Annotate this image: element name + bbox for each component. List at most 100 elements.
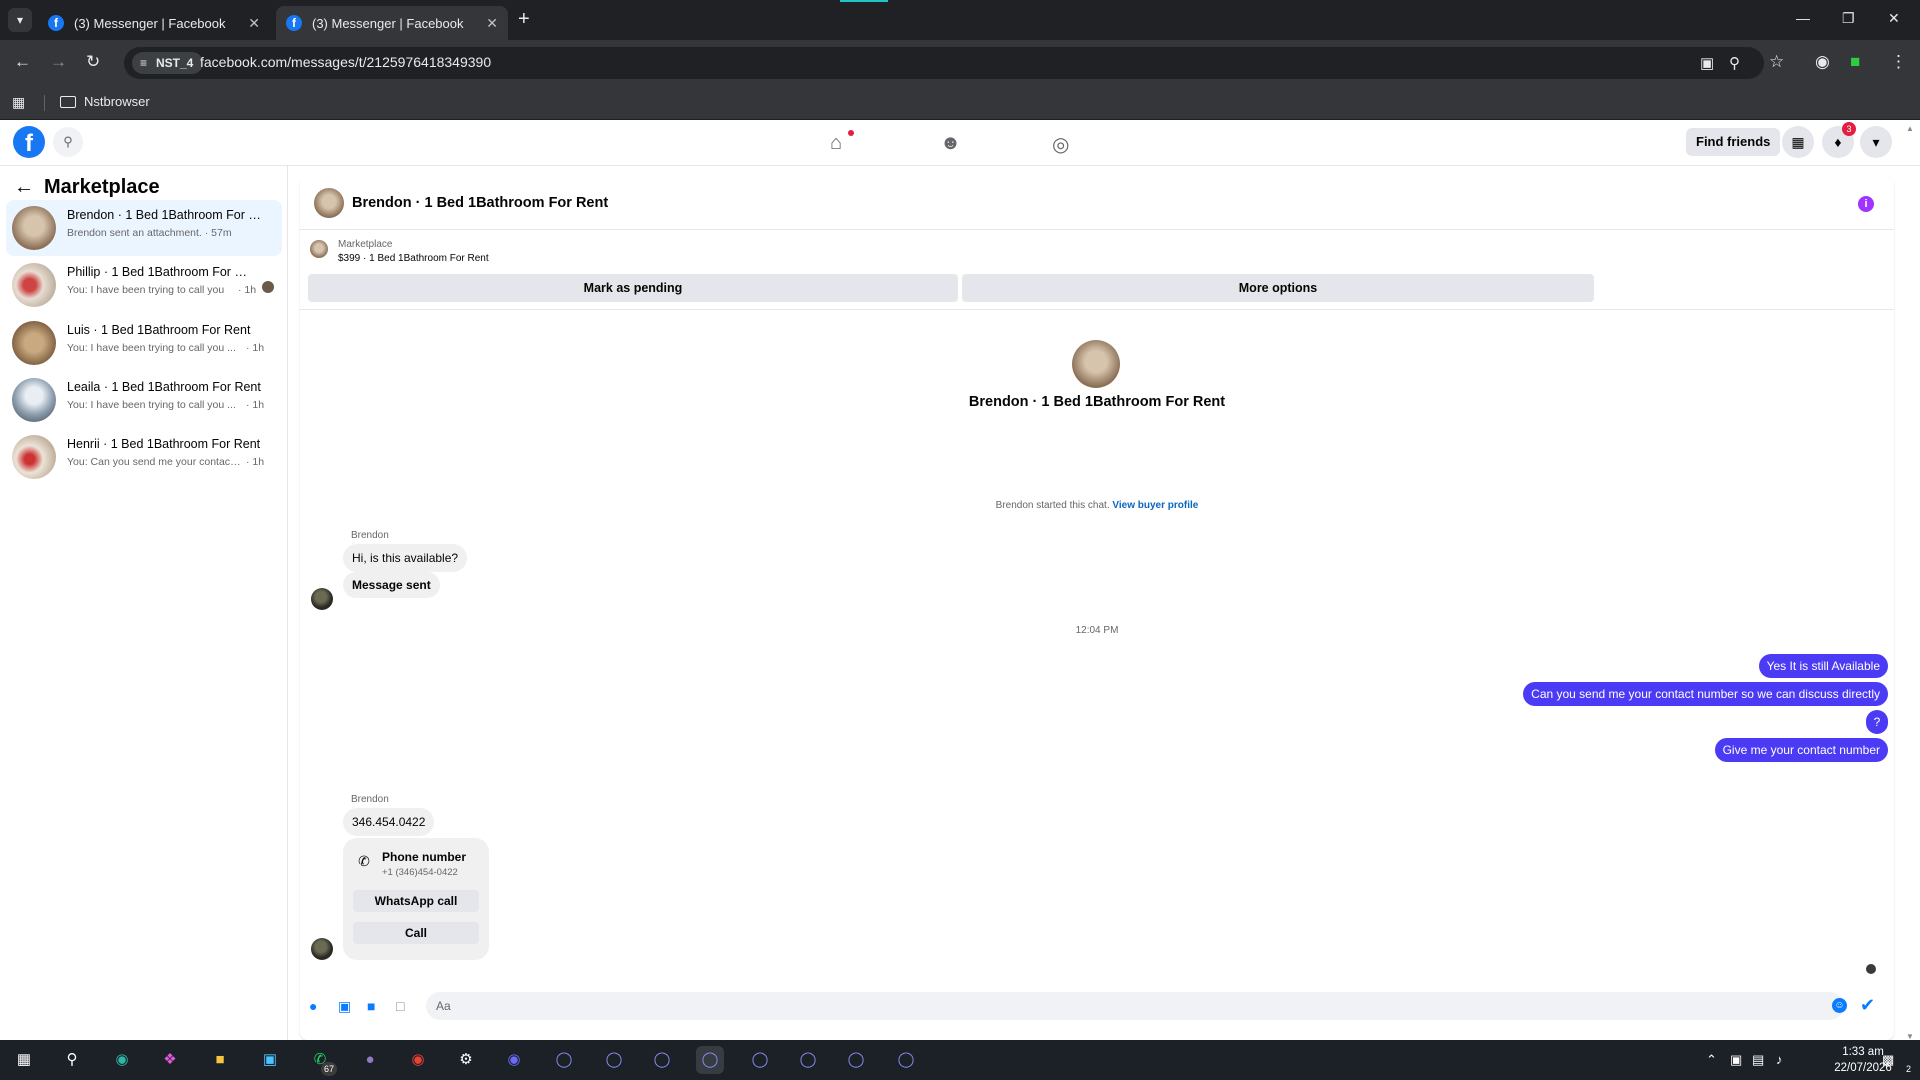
back-arrow-icon[interactable]: ← (14, 52, 31, 72)
view-buyer-profile-link[interactable]: View buyer profile (1112, 500, 1198, 511)
tab-search-dropdown[interactable]: ▾ (8, 8, 32, 32)
message-input[interactable] (426, 992, 1844, 1020)
groups-icon[interactable]: ◎ (1052, 132, 1069, 157)
chat-avatar[interactable] (314, 188, 344, 218)
url-text[interactable]: facebook.com/messages/t/2125976418349390 (200, 54, 491, 70)
incoming-message[interactable]: 346.454.0422 (343, 808, 435, 836)
new-tab-button[interactable]: + (518, 8, 530, 31)
reload-icon[interactable]: ↻ (86, 52, 100, 72)
more-options-button[interactable]: More options (962, 274, 1594, 302)
close-tab-icon[interactable]: ✕ (486, 15, 498, 32)
browser-tab-1[interactable]: f (3) Messenger | Facebook ✕ (38, 6, 270, 40)
tab-title: (3) Messenger | Facebook (74, 15, 226, 31)
listing-thumbnail[interactable] (310, 240, 328, 258)
nstbrowser-icon[interactable]: ◯ (648, 1046, 676, 1074)
scrollbar-up-arrow[interactable]: ▲ (1906, 124, 1914, 133)
nstbrowser-icon[interactable]: ◯ (550, 1046, 578, 1074)
whatsapp-call-button[interactable]: WhatsApp call (353, 890, 479, 912)
facebook-logo[interactable]: f (13, 126, 45, 158)
nstbrowser-icon[interactable]: ◯ (746, 1046, 774, 1074)
browser-menu-icon[interactable]: ⋮ (1890, 52, 1907, 72)
nstbrowser-icon[interactable]: ◯ (794, 1046, 822, 1074)
notification-center-icon[interactable]: ▩ (1882, 1052, 1894, 1068)
microphone-icon[interactable]: ● (309, 998, 317, 1014)
close-window-icon[interactable]: ✕ (1888, 10, 1900, 27)
sticker-icon[interactable]: ■ (367, 998, 375, 1014)
close-tab-icon[interactable]: ✕ (248, 15, 260, 32)
conversation-title: Phillip · 1 Bed 1Bathroom For Rent (67, 265, 247, 279)
settings-gear-icon[interactable]: ⚙ (452, 1046, 480, 1074)
restore-window-icon[interactable]: ❐ (1842, 10, 1855, 27)
conversation-preview: You: Can you send me your contact number (67, 456, 243, 468)
bookmarks-bar: ▦ Nstbrowser (0, 86, 1920, 120)
video-extension-icon[interactable]: ■ (1850, 52, 1860, 72)
bookmarks-divider (44, 95, 45, 111)
menu-grid-icon[interactable]: ▦ (1782, 126, 1814, 158)
edge-browser-icon[interactable]: ◉ (108, 1046, 136, 1074)
friends-icon[interactable]: ☻ (940, 132, 961, 155)
conversation-luis[interactable]: Luis · 1 Bed 1Bathroom For Rent You: I h… (6, 315, 282, 371)
conversation-phillip[interactable]: Phillip · 1 Bed 1Bathroom For Rent You: … (6, 257, 282, 313)
emoji-icon[interactable]: ☺ (1832, 998, 1847, 1013)
info-icon[interactable]: i (1858, 196, 1874, 212)
search-icon[interactable]: ⚲ (53, 127, 83, 157)
install-app-icon[interactable]: ▣ (1700, 54, 1714, 72)
conversation-henrii[interactable]: Henrii · 1 Bed 1Bathroom For Rent You: C… (6, 429, 282, 485)
thumbs-up-icon[interactable]: ✔ (1860, 995, 1875, 1016)
phone-icon: ✆ (351, 848, 377, 874)
nstbrowser-icon-active[interactable]: ◯ (696, 1046, 724, 1074)
browser-tab-2-active[interactable]: f (3) Messenger | Facebook ✕ (276, 6, 508, 40)
photo-icon[interactable]: ▣ (338, 998, 351, 1015)
outgoing-message[interactable]: Yes It is still Available (1758, 654, 1888, 678)
gif-icon[interactable]: □ (396, 998, 404, 1014)
outgoing-message[interactable]: Can you send me your contact number so w… (1523, 682, 1888, 706)
volume-icon[interactable]: ♪ (1776, 1052, 1783, 1067)
network-icon[interactable]: ▤ (1752, 1052, 1764, 1068)
find-friends-button[interactable]: Find friends (1686, 128, 1781, 156)
outgoing-message[interactable]: Give me your contact number (1714, 738, 1888, 762)
chat-title[interactable]: Brendon · 1 Bed 1Bathroom For Rent (352, 195, 608, 211)
forward-arrow-icon[interactable]: → (50, 52, 67, 72)
home-notification-dot (848, 130, 854, 136)
tray-chevron-icon[interactable]: ⌃ (1706, 1052, 1717, 1068)
minimize-window-icon[interactable]: — (1796, 10, 1810, 26)
conversation-brendon[interactable]: Brendon · 1 Bed 1Bathroom For Rent Brend… (6, 200, 282, 256)
profile-chip[interactable]: NST_4 (132, 52, 204, 74)
meet-now-icon[interactable]: ▣ (1730, 1052, 1742, 1068)
bookmark-folder-nstbrowser[interactable]: Nstbrowser (60, 94, 150, 109)
account-dropdown-icon[interactable]: ▾ (1860, 126, 1892, 158)
chat-started-notice: Brendon started this chat. View buyer pr… (300, 500, 1894, 511)
search-icon[interactable]: ⚲ (58, 1046, 86, 1074)
windows-start-icon[interactable]: ▦ (10, 1046, 38, 1074)
zoom-icon[interactable]: ⚲ (1729, 54, 1740, 72)
conversation-leaila[interactable]: Leaila · 1 Bed 1Bathroom For Rent You: I… (6, 372, 282, 428)
file-explorer-icon[interactable]: ■ (206, 1046, 234, 1074)
app-icon[interactable]: ◉ (500, 1046, 528, 1074)
profile-icon[interactable]: ◉ (1815, 52, 1830, 72)
address-bar[interactable]: NST_4 facebook.com/messages/t/2125976418… (124, 47, 1764, 79)
mark-as-pending-button[interactable]: Mark as pending (308, 274, 958, 302)
conversation-preview: You: I have been trying to call you ... (67, 342, 236, 354)
back-arrow-icon[interactable]: ← (14, 176, 34, 199)
chat-header: Brendon · 1 Bed 1Bathroom For Rent i (300, 178, 1894, 230)
microsoft-store-icon[interactable]: ▣ (256, 1046, 284, 1074)
nstbrowser-icon[interactable]: ◯ (600, 1046, 628, 1074)
incoming-message[interactable]: Hi, is this available? (343, 544, 468, 572)
chrome-icon[interactable]: ◉ (404, 1046, 432, 1074)
notification-center-count: 2 (1906, 1064, 1912, 1074)
outgoing-message[interactable]: ? (1866, 710, 1888, 734)
copilot-icon[interactable]: ❖ (156, 1046, 184, 1074)
apps-grid-icon[interactable]: ▦ (12, 94, 25, 111)
discord-icon[interactable]: ● (356, 1046, 384, 1074)
nstbrowser-icon[interactable]: ◯ (842, 1046, 870, 1074)
conversation-preview: You: I have been trying to call you (67, 284, 225, 296)
call-button[interactable]: Call (353, 922, 479, 944)
incoming-message[interactable]: Message sent (343, 572, 440, 598)
bookmark-star-icon[interactable]: ☆ (1769, 52, 1784, 72)
nstbrowser-icon[interactable]: ◯ (892, 1046, 920, 1074)
phone-card-title: Phone number (382, 850, 467, 864)
browser-toolbar: ← → ↻ NST_4 facebook.com/messages/t/2125… (0, 40, 1920, 86)
home-icon[interactable]: ⌂ (830, 132, 842, 155)
listing-price-title[interactable]: $399 · 1 Bed 1Bathroom For Rent (338, 253, 489, 264)
conversation-time: · 1h (246, 399, 265, 411)
